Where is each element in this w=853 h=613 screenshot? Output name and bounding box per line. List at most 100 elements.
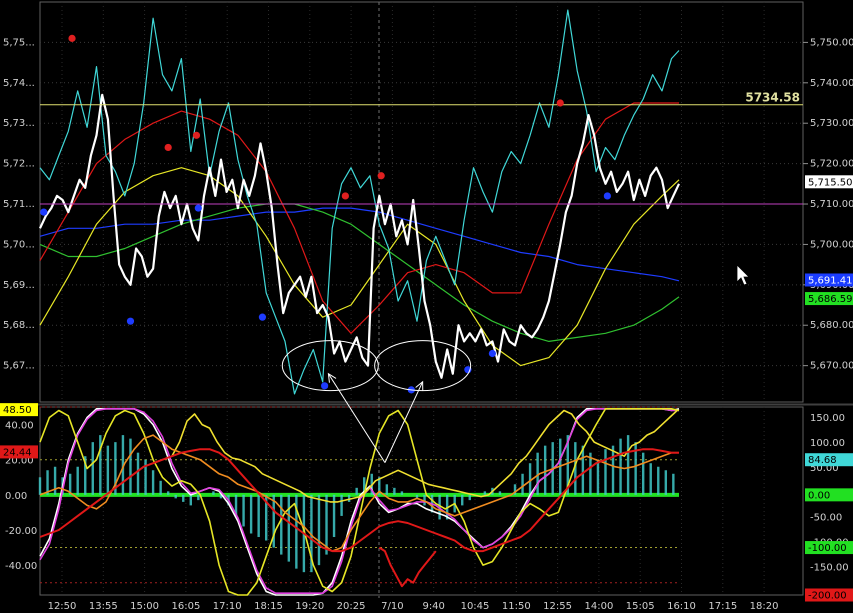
price-right-tick-label: 5,710.00 xyxy=(810,199,853,210)
time-axis: 12:50 13:55 15:00 16:05 17:10 18:15 19:20 20:25… xyxy=(48,601,779,612)
time-tick-label: 15:00 xyxy=(130,601,159,612)
histogram-bar xyxy=(280,494,283,555)
signal-marker-dot xyxy=(603,192,611,200)
histogram-bar xyxy=(76,466,79,495)
time-tick-label: 13:55 xyxy=(89,601,118,612)
mouse-cursor-icon xyxy=(736,264,750,286)
price-left-tick-label: 5,74... xyxy=(3,78,35,89)
oscillator-left-badge-label: 24.44 xyxy=(3,447,32,458)
histogram-bar xyxy=(340,494,343,516)
signal-marker-dot xyxy=(341,192,349,200)
series-line-red-spike xyxy=(378,546,437,588)
histogram-bar xyxy=(619,438,622,495)
price-value-badge-label: 5,715.50 xyxy=(808,177,853,188)
signal-marker-dot xyxy=(40,208,48,216)
oscillator-right-tick-label: 150.00 xyxy=(810,413,845,424)
oscillator-right-badge-label: -100.00 xyxy=(808,543,847,554)
histogram-bar xyxy=(99,435,102,495)
price-gridlines xyxy=(40,2,803,402)
histogram-bar xyxy=(159,480,162,495)
price-left-tick-label: 5,67... xyxy=(3,361,35,372)
oscillator-series xyxy=(39,407,680,596)
histogram-bar xyxy=(641,452,645,495)
histogram-bar xyxy=(581,445,585,495)
oscillator-left-tick-label: -20.00 xyxy=(5,526,37,537)
signal-marker-dot xyxy=(488,349,496,358)
value-badges: 5,715.50 5,691.41 5,686.59 48.50 24.44 84.68 0… xyxy=(0,175,853,602)
histogram-bar xyxy=(543,445,547,495)
series-line-ma-yellow xyxy=(39,167,680,367)
oscillator-left-badge-label: 48.50 xyxy=(3,405,32,416)
price-left-tick-label: 5,72... xyxy=(3,159,35,170)
price-left-tick-label: 5,69... xyxy=(3,280,35,291)
price-left-tick-label: 5,73... xyxy=(3,118,35,129)
annotation-arrow-line xyxy=(384,381,424,463)
time-tick-label: 12:50 xyxy=(48,601,77,612)
histogram-bar xyxy=(129,438,132,495)
histogram-bar xyxy=(38,477,42,495)
signal-marker-dot xyxy=(556,99,564,107)
histogram-bar xyxy=(174,494,177,499)
histogram-bar xyxy=(355,487,358,495)
histogram-bar xyxy=(197,494,200,501)
price-right-tick-label: 5,740.00 xyxy=(810,78,853,89)
histogram-bar xyxy=(664,470,668,495)
signal-marker-dot xyxy=(126,317,135,325)
time-tick-label: 18:20 xyxy=(750,601,779,612)
series-line-magenta xyxy=(39,407,679,595)
oscillator-gridlines xyxy=(40,406,765,595)
left-axis: 5,75... 5,74... 5,73... 5,72... 5,71... 5,70.… xyxy=(3,37,37,572)
histogram-bar xyxy=(106,445,110,495)
histogram-bar xyxy=(182,494,185,502)
histogram-bar xyxy=(604,449,607,495)
histogram-bar xyxy=(91,442,94,495)
oscillator-left-tick-label: -40.00 xyxy=(5,561,37,572)
histogram-bar xyxy=(521,473,524,495)
histogram-bar xyxy=(393,487,396,495)
time-tick-label: 10:45 xyxy=(461,601,490,612)
price-left-tick-label: 5,68... xyxy=(3,320,35,331)
signal-marker-dot xyxy=(258,313,267,321)
time-tick-label: 12:55 xyxy=(543,601,572,612)
histogram-bar xyxy=(461,494,464,506)
oscillator-left-tick-label: 0.00 xyxy=(5,491,27,502)
chart-svg: 5734.58 5,75... 5,74... 5,73... 5,72... 5,71… xyxy=(0,1,853,612)
oscillator-right-tick-label: -50.00 xyxy=(810,513,842,524)
series-line-price xyxy=(39,93,680,379)
price-series xyxy=(39,9,680,395)
price-left-tick-label: 5,71... xyxy=(3,199,35,210)
time-tick-label: 19:20 xyxy=(295,601,324,612)
histogram-bar xyxy=(166,491,170,495)
time-tick-label: 18:15 xyxy=(254,601,283,612)
histogram-bar xyxy=(400,491,404,495)
histogram-bar xyxy=(672,473,675,495)
histogram-bar xyxy=(151,470,155,495)
histogram-bar xyxy=(385,484,389,495)
price-right-tick-label: 5,730.00 xyxy=(810,118,853,129)
histogram-bar xyxy=(657,466,660,495)
histogram-bar xyxy=(649,463,652,495)
signal-marker-dot xyxy=(192,131,201,139)
time-tick-label: 15:05 xyxy=(626,601,655,612)
price-right-tick-label: 5,670.00 xyxy=(810,361,853,372)
price-left-tick-label: 5,70... xyxy=(3,239,35,250)
series-line-ma-blue xyxy=(39,207,680,282)
histogram-bar xyxy=(53,466,57,495)
histogram-bar xyxy=(596,459,600,495)
oscillator-right-badge-label: 84.68 xyxy=(808,455,837,466)
histogram-bar xyxy=(626,435,630,495)
time-tick-label: 7/10 xyxy=(381,601,403,612)
price-right-tick-label: 5,720.00 xyxy=(810,159,853,170)
histogram-bar xyxy=(189,494,192,506)
histogram-bar xyxy=(257,494,260,538)
histogram-bar xyxy=(242,494,245,527)
oscillator-right-tick-label: -150.00 xyxy=(810,563,849,574)
signal-marker-dot xyxy=(377,172,385,180)
time-tick-label: 20:25 xyxy=(337,601,366,612)
price-left-tick-label: 5,75... xyxy=(3,37,35,48)
time-tick-label: 16:10 xyxy=(667,601,696,612)
histogram-bar xyxy=(483,491,487,495)
trading-chart: 5734.58 5,75... 5,74... 5,73... 5,72... 5,71… xyxy=(0,0,853,613)
histogram-bar xyxy=(528,463,532,495)
oscillator-right-badge-label: 0.00 xyxy=(808,490,830,501)
